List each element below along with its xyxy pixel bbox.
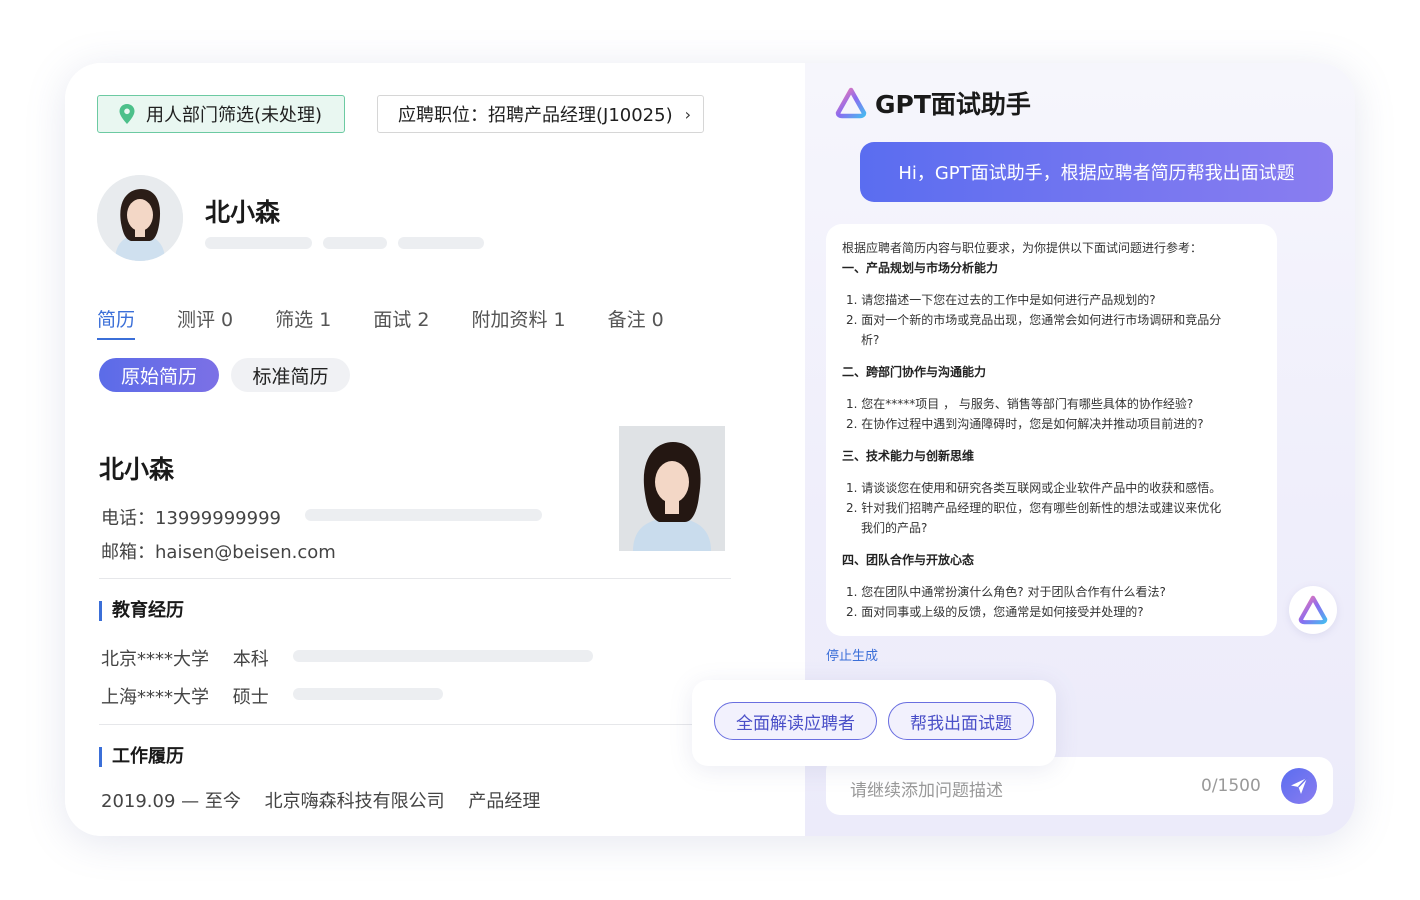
resume-tabs: 简历 测评 0 筛选 1 面试 2 附加资料 1 备注 0	[97, 305, 706, 340]
answer-spacer	[842, 350, 1261, 362]
job-position-selector[interactable]: 应聘职位：招聘产品经理(J10025) ›	[377, 95, 705, 133]
placeholder-bar	[398, 237, 484, 249]
send-button[interactable]	[1281, 768, 1317, 804]
answer-question: 1. 请谈谈您在使用和研究各类互联网或企业软件产品中的收获和感悟。	[846, 481, 1222, 495]
answer-heading: 三、技术能力与创新思维	[842, 449, 975, 463]
stop-generating-link[interactable]: 停止生成	[826, 645, 878, 664]
tab-screening[interactable]: 筛选 1	[275, 305, 331, 340]
tab-resume[interactable]: 简历	[97, 305, 136, 340]
answer-question: 1. 请您描述一下您在过去的工作中是如何进行产品规划的?	[846, 293, 1156, 307]
answer-spacer	[842, 434, 1261, 446]
answer-spacer	[842, 570, 1261, 582]
tab-interview[interactable]: 面试 2	[373, 305, 429, 340]
resume-photo	[619, 426, 725, 551]
work-company: 北京嗨森科技有限公司	[264, 791, 445, 812]
resume-name: 北小森	[99, 455, 175, 484]
candidate-avatar	[97, 175, 183, 261]
education-degree: 本科	[232, 649, 269, 670]
answer-question: 2. 针对我们招聘产品经理的职位，您有哪些创新性的想法或建议来优化	[846, 501, 1222, 515]
assistant-answer: 根据应聘者简历内容与职位要求，为你提供以下面试问题进行参考： 一、产品规划与市场…	[826, 224, 1277, 636]
placeholder-bar	[305, 509, 542, 521]
assistant-title: GPT面试助手	[875, 90, 1031, 119]
answer-heading: 二、跨部门协作与沟通能力	[842, 365, 987, 379]
send-icon	[1291, 777, 1308, 794]
user-message: Hi，GPT面试助手，根据应聘者简历帮我出面试题	[860, 142, 1333, 202]
answer-spacer	[842, 538, 1261, 550]
assistant-logo-icon	[1298, 595, 1328, 625]
education-entry: 北京****大学 本科	[101, 645, 269, 671]
work-role: 产品经理	[468, 791, 541, 812]
avatar-portrait-icon	[97, 175, 183, 261]
tab-attachments[interactable]: 附加资料 1	[471, 305, 565, 340]
placeholder-bar	[323, 237, 387, 249]
assistant-header: GPT面试助手	[835, 85, 1031, 121]
placeholder-bar	[293, 688, 443, 700]
quick-actions-popover: 全面解读应聘者 帮我出面试题	[692, 680, 1056, 766]
answer-heading: 一、产品规划与市场分析能力	[842, 261, 999, 275]
status-badge[interactable]: 用人部门筛选(未处理)	[97, 95, 346, 133]
answer-spacer	[842, 382, 1261, 394]
placeholder-bar	[205, 237, 312, 249]
work-heading: 工作履历	[99, 747, 184, 767]
standard-resume-toggle[interactable]: 标准简历	[231, 358, 350, 392]
resume-email: 邮箱：haisen@beisen.com	[101, 542, 336, 563]
chevron-right-icon: ›	[684, 104, 692, 124]
answer-question: 1. 您在*****项目 ， 与服务、销售等部门有哪些具体的协作经验?	[846, 397, 1194, 411]
education-school: 上海****大学	[101, 687, 209, 708]
answer-spacer	[842, 278, 1261, 290]
answer-intro: 根据应聘者简历内容与职位要求，为你提供以下面试问题进行参考：	[842, 241, 1203, 255]
answer-question: 我们的产品?	[861, 521, 928, 535]
candidate-name: 北小森	[205, 198, 281, 227]
work-entry: 2019.09 — 至今 北京嗨森科技有限公司 产品经理	[101, 787, 540, 813]
resume-portrait-icon	[619, 426, 725, 551]
tab-notes[interactable]: 备注 0	[608, 305, 664, 340]
answer-question: 2. 在协作过程中遇到沟通障碍时，您是如何解决并推动项目前进的?	[846, 417, 1204, 431]
education-school: 北京****大学	[101, 649, 209, 670]
education-heading: 教育经历	[99, 601, 184, 621]
original-resume-toggle[interactable]: 原始简历	[99, 358, 219, 392]
assistant-avatar	[1289, 586, 1337, 634]
answer-question: 析?	[861, 333, 880, 347]
placeholder-bar	[293, 650, 593, 662]
assistant-logo-icon	[835, 87, 867, 119]
main-card: 用人部门筛选(未处理) 应聘职位：招聘产品经理(J10025) › 北小森 简历…	[65, 63, 1355, 836]
education-degree: 硕士	[232, 687, 269, 708]
answer-question: 1. 您在团队中通常扮演什么角色? 对于团队合作有什么看法?	[846, 585, 1166, 599]
question-input-placeholder[interactable]: 请继续添加问题描述	[850, 776, 1003, 801]
section-divider	[99, 724, 699, 725]
answer-heading: 四、团队合作与开放心态	[842, 553, 975, 567]
tab-assessment[interactable]: 测评 0	[177, 305, 233, 340]
answer-question: 2. 面对同事或上级的反馈，您通常是如何接受并处理的?	[846, 605, 1144, 619]
work-period: 2019.09 — 至今	[101, 791, 241, 812]
answer-spacer	[842, 466, 1261, 478]
generate-questions-button[interactable]: 帮我出面试题	[888, 702, 1034, 740]
resume-phone: 电话：13999999999	[101, 508, 281, 529]
answer-question: 2. 面对一个新的市场或竞品出现，您通常会如何进行市场调研和竞品分	[846, 313, 1222, 327]
section-divider	[99, 578, 731, 579]
job-label: 应聘职位：招聘产品经理(J10025)	[398, 105, 673, 126]
interpret-candidate-button[interactable]: 全面解读应聘者	[714, 702, 877, 740]
status-label: 用人部门筛选(未处理)	[146, 105, 323, 126]
location-pin-icon	[119, 104, 135, 124]
education-entry: 上海****大学 硕士	[101, 683, 269, 709]
character-counter: 0/1500	[1201, 776, 1261, 796]
